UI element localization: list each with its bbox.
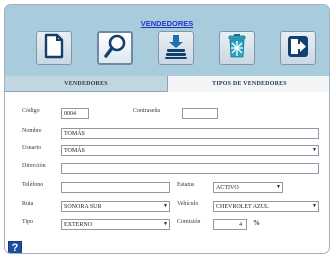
- vendedores-window: VENDEDORES VENDEDORES TIPOS DE VENDEDORE…: [4, 4, 330, 254]
- ruta-select[interactable]: SONORA SUR ▼: [61, 201, 170, 212]
- database-icon: [163, 33, 189, 64]
- exit-icon: [286, 33, 310, 64]
- codigo-label: Código: [22, 108, 40, 114]
- comision-field[interactable]: 4: [213, 219, 247, 230]
- delete-button[interactable]: [219, 31, 255, 65]
- usuario-value: TOMÁS: [64, 147, 85, 154]
- tab-vendedores[interactable]: VENDEDORES: [5, 76, 167, 92]
- database-button[interactable]: [158, 31, 194, 65]
- tipo-value: EXTERNO: [64, 221, 92, 228]
- direccion-field[interactable]: [61, 163, 319, 174]
- new-button[interactable]: [36, 31, 72, 65]
- chevron-down-icon[interactable]: ▼: [311, 202, 318, 211]
- search-icon: [103, 33, 127, 64]
- trash-icon: [226, 33, 248, 64]
- chevron-down-icon[interactable]: ▼: [162, 202, 169, 211]
- ruta-label: Ruta: [22, 201, 34, 207]
- help-button[interactable]: ?: [8, 241, 22, 254]
- direccion-label: Dirección: [22, 163, 46, 169]
- tipo-label: Tipo: [22, 219, 34, 225]
- window-title: VENDEDORES: [140, 19, 194, 28]
- vehiculo-label: Vehículo: [177, 201, 199, 207]
- chevron-down-icon[interactable]: ▼: [275, 183, 282, 192]
- percent-sign: %: [253, 219, 260, 227]
- search-button[interactable]: [97, 31, 133, 65]
- tab-tipos-de-vendedores[interactable]: TIPOS DE VENDEDORES: [167, 76, 329, 92]
- usuario-select[interactable]: TOMÁS ▼: [61, 145, 319, 156]
- tab-bar: VENDEDORES TIPOS DE VENDEDORES: [5, 76, 329, 92]
- telefono-label: Teléfono: [22, 182, 44, 188]
- usuario-label: Usuario: [22, 145, 41, 151]
- tipo-select[interactable]: EXTERNO ▼: [61, 219, 170, 230]
- nombre-label: Nombre: [22, 128, 42, 134]
- exit-button[interactable]: [280, 31, 316, 65]
- estatus-value: ACTIVO: [216, 184, 239, 191]
- estatus-select[interactable]: ACTIVO ▼: [213, 182, 283, 193]
- help-icon: ?: [11, 242, 19, 254]
- ruta-value: SONORA SUR: [64, 203, 102, 210]
- chevron-down-icon[interactable]: ▼: [162, 220, 169, 229]
- contrasena-label: Contraseña: [133, 108, 160, 114]
- new-document-icon: [43, 33, 65, 64]
- estatus-label: Estatus: [177, 182, 195, 188]
- vehiculo-value: CHEVROLET AZUL: [216, 203, 269, 210]
- contrasena-field[interactable]: [182, 108, 218, 119]
- vendedor-form: Código 0004 Contraseña Nombre TOMÁS Usua…: [5, 92, 329, 254]
- vehiculo-select[interactable]: CHEVROLET AZUL ▼: [213, 201, 319, 212]
- nombre-field[interactable]: TOMÁS: [61, 128, 319, 139]
- chevron-down-icon[interactable]: ▼: [311, 146, 318, 155]
- codigo-field[interactable]: 0004: [61, 108, 89, 119]
- telefono-field[interactable]: [61, 182, 170, 193]
- comision-label: Comisión: [177, 219, 201, 225]
